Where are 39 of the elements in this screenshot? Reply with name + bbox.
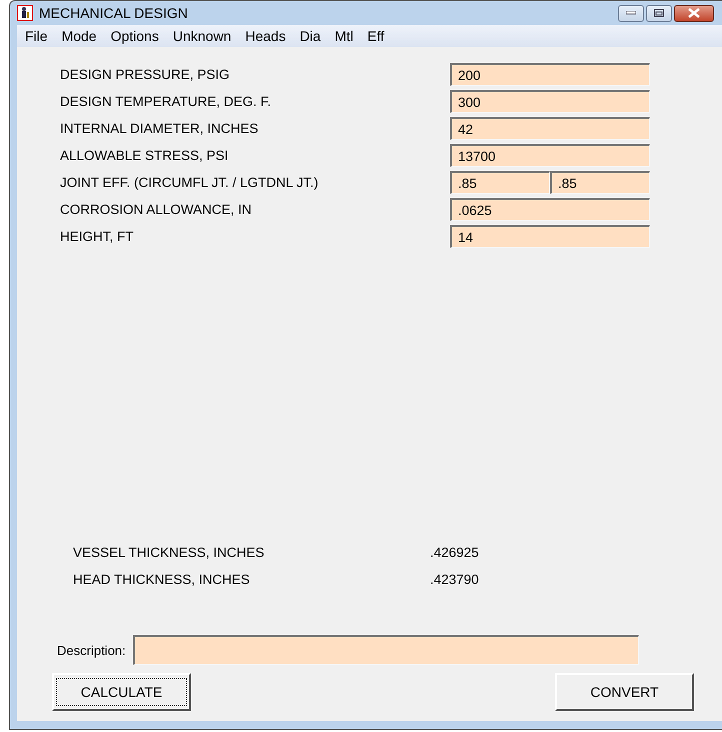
minimize-icon <box>626 11 636 15</box>
input-field[interactable]: .85 <box>450 171 550 194</box>
menu-item[interactable]: Options <box>104 28 167 44</box>
close-button[interactable] <box>674 4 714 22</box>
result-label: VESSEL THICKNESS, INCHES <box>72 545 266 560</box>
minimize-button[interactable] <box>618 4 644 22</box>
input-field[interactable]: 13700 <box>450 144 650 167</box>
result-value: .423790 <box>430 572 479 587</box>
menu-item[interactable]: Mtl <box>328 28 362 44</box>
input-field[interactable]: .85 <box>550 171 650 194</box>
action-button[interactable]: CONVERT <box>555 673 694 711</box>
menu-item[interactable]: Eff <box>361 28 392 44</box>
field-label: HEIGHT, FT <box>59 229 134 244</box>
menu-item[interactable]: Dia <box>294 28 329 44</box>
maximize-button[interactable] <box>646 4 672 22</box>
field-label: DESIGN TEMPERATURE, DEG. F. <box>59 94 272 109</box>
menu-item[interactable]: Unknown <box>166 28 240 44</box>
input-field[interactable]: 300 <box>450 90 650 113</box>
input-field[interactable]: .0625 <box>450 198 650 221</box>
field-label: DESIGN PRESSURE, PSIG <box>59 67 231 82</box>
description-field[interactable] <box>133 635 639 665</box>
action-button[interactable]: CALCULATE <box>52 673 191 711</box>
input-field[interactable]: 14 <box>450 225 650 248</box>
result-value: .426925 <box>430 545 479 560</box>
maximize-icon <box>654 9 664 17</box>
menu-item[interactable]: Mode <box>56 28 105 44</box>
field-label: INTERNAL DIAMETER, INCHES <box>59 121 260 136</box>
field-label: ALLOWABLE STRESS, PSI <box>59 148 230 163</box>
field-label: JOINT EFF. (CIRCUMFL JT. / LGTDNL JT.) <box>59 175 320 190</box>
input-field[interactable]: 42 <box>450 117 650 140</box>
menu-item[interactable]: Heads <box>239 28 294 44</box>
input-field[interactable]: 200 <box>450 63 650 86</box>
app-icon <box>17 5 33 21</box>
menu-item[interactable]: File <box>19 28 56 44</box>
window-title: MECHANICAL DESIGN <box>39 5 188 21</box>
result-label: HEAD THICKNESS, INCHES <box>72 572 251 587</box>
field-label: CORROSION ALLOWANCE, IN <box>59 202 253 217</box>
description-label: Description: <box>56 642 127 658</box>
close-icon <box>688 8 700 18</box>
